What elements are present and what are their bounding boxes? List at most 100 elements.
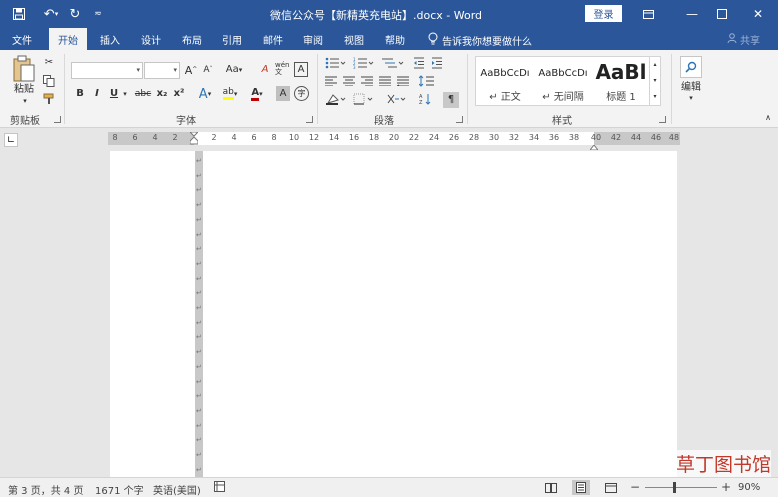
tab-view[interactable]: 视图 bbox=[336, 28, 372, 50]
print-layout-icon[interactable] bbox=[572, 480, 590, 495]
ruler-number: 44 bbox=[630, 133, 642, 142]
tab-selector-icon[interactable]: ∟ bbox=[4, 133, 18, 147]
enclose-characters-icon[interactable]: 字 bbox=[294, 86, 309, 101]
paragraph-group-label: 段落 bbox=[374, 116, 394, 127]
editing-dropdown-icon[interactable]: ▾ bbox=[686, 94, 696, 102]
text-effects-icon[interactable]: A ▾ bbox=[195, 86, 215, 102]
tell-me-search[interactable]: 告诉我你想要做什么 bbox=[428, 32, 532, 48]
styles-scroll-up-icon[interactable]: ▴ bbox=[650, 59, 660, 71]
phonetic-guide-icon[interactable]: wén 文 bbox=[275, 60, 291, 78]
styles-more-icon[interactable]: ▾ bbox=[650, 91, 660, 103]
find-icon[interactable] bbox=[680, 56, 702, 78]
zoom-in-button[interactable]: + bbox=[721, 480, 731, 494]
clear-formatting-icon[interactable]: A bbox=[257, 63, 273, 77]
align-right-icon[interactable] bbox=[360, 74, 374, 88]
numbering-icon[interactable]: 123 bbox=[352, 56, 376, 70]
subscript-button[interactable]: x₂ bbox=[155, 87, 169, 101]
font-launcher-icon[interactable] bbox=[306, 116, 313, 123]
styles-scroll: ▴ ▾ ▾ bbox=[649, 56, 661, 106]
superscript-button[interactable]: x² bbox=[172, 87, 186, 101]
read-mode-icon[interactable] bbox=[542, 480, 560, 495]
tab-file[interactable]: 文件 bbox=[4, 28, 40, 50]
tab-insert[interactable]: 插入 bbox=[92, 28, 128, 50]
paragraph-mark-icon: ↵ bbox=[196, 245, 202, 254]
distributed-icon[interactable] bbox=[396, 74, 410, 88]
indent-marker-icon[interactable] bbox=[188, 131, 200, 145]
word-count[interactable]: 1671 个字 bbox=[95, 482, 144, 497]
vertical-scrollbar[interactable] bbox=[768, 147, 778, 477]
shading-icon[interactable] bbox=[324, 92, 348, 106]
style-normal[interactable]: AaBbCcDı ↵ 正文 bbox=[476, 57, 534, 105]
maximize-icon[interactable] bbox=[702, 0, 742, 28]
styles-launcher-icon[interactable] bbox=[659, 116, 666, 123]
save-icon[interactable] bbox=[10, 0, 28, 28]
tab-mailings[interactable]: 邮件 bbox=[255, 28, 291, 50]
style-no-spacing[interactable]: AaBbCcDı ↵ 无间隔 bbox=[534, 57, 592, 105]
paragraph-launcher-icon[interactable] bbox=[456, 116, 463, 123]
font-size-field[interactable]: ▾ bbox=[144, 62, 180, 79]
tab-help[interactable]: 帮助 bbox=[377, 28, 413, 50]
ribbon-display-options-icon[interactable] bbox=[628, 0, 668, 28]
close-icon[interactable]: ✕ bbox=[738, 0, 778, 28]
bold-button[interactable]: B bbox=[74, 87, 86, 101]
styles-scroll-down-icon[interactable]: ▾ bbox=[650, 75, 660, 87]
cut-icon[interactable]: ✂ bbox=[42, 56, 56, 70]
decrease-indent-icon[interactable] bbox=[412, 56, 426, 70]
shrink-font-icon[interactable]: Aˇ bbox=[201, 63, 215, 77]
page-count[interactable]: 第 3 页，共 4 页 bbox=[8, 482, 83, 497]
login-button[interactable]: 登录 bbox=[585, 5, 622, 22]
justify-icon[interactable] bbox=[378, 74, 392, 88]
tab-layout[interactable]: 布局 bbox=[174, 28, 210, 50]
web-layout-icon[interactable] bbox=[602, 480, 620, 495]
redo-icon[interactable]: ↻ bbox=[68, 0, 82, 28]
align-left-icon[interactable] bbox=[324, 74, 338, 88]
paragraph-mark-icon: ↵ bbox=[196, 304, 202, 312]
zoom-out-button[interactable]: − bbox=[630, 480, 640, 494]
macro-recording-icon[interactable] bbox=[214, 481, 225, 495]
highlight-icon[interactable]: ab ▾ bbox=[219, 86, 241, 102]
tab-design[interactable]: 设计 bbox=[133, 28, 169, 50]
customize-quick-access-icon[interactable]: ≂ bbox=[92, 0, 104, 28]
font-color-icon[interactable]: A ▾ bbox=[246, 86, 268, 102]
paste-dropdown-icon[interactable]: ▾ bbox=[20, 97, 30, 105]
align-center-icon[interactable] bbox=[342, 74, 356, 88]
tab-home[interactable]: 开始 bbox=[49, 28, 87, 50]
character-border-icon[interactable]: A bbox=[294, 62, 308, 77]
increase-indent-icon[interactable] bbox=[430, 56, 444, 70]
character-shading-icon[interactable]: A bbox=[276, 86, 290, 101]
underline-dropdown-icon[interactable]: ▾ bbox=[121, 87, 129, 101]
zoom-slider-thumb[interactable] bbox=[673, 482, 676, 493]
format-painter-icon[interactable] bbox=[42, 92, 56, 106]
borders-icon[interactable] bbox=[352, 92, 376, 106]
grow-font-icon[interactable]: A ^ bbox=[184, 63, 198, 77]
underline-button[interactable]: U bbox=[108, 87, 120, 101]
zoom-slider-track[interactable] bbox=[645, 487, 717, 488]
editing-button[interactable]: 编辑 bbox=[676, 82, 706, 94]
strikethrough-button[interactable]: abc bbox=[134, 87, 152, 101]
show-formatting-marks-icon[interactable]: ¶ bbox=[443, 92, 459, 108]
copy-icon[interactable] bbox=[42, 74, 56, 88]
multilevel-list-icon[interactable] bbox=[380, 56, 406, 70]
style-heading-1[interactable]: AaBl 标题 1 bbox=[592, 57, 650, 105]
document-page[interactable]: ↵ ↵ ↵ ↵ ↵ ↵ ↵ ↵ ↵ ↵ ↵ ↵ ↵ ↵ ↵ ↵ ↵ ↵ ↵ ↵ ↵ ↵ bbox=[110, 151, 677, 477]
change-case-icon[interactable]: Aa ▾ bbox=[223, 63, 245, 77]
horizontal-ruler[interactable]: 8 6 4 2 2 4 6 8 10 12 14 16 18 20 22 24 … bbox=[108, 131, 680, 151]
tab-review[interactable]: 审阅 bbox=[295, 28, 331, 50]
undo-icon[interactable]: ↶ ▾ bbox=[38, 0, 64, 28]
paste-icon[interactable] bbox=[10, 54, 38, 84]
collapse-ribbon-icon[interactable]: ∧ bbox=[762, 112, 774, 124]
font-name-field[interactable]: ▾ bbox=[71, 62, 143, 79]
line-spacing-icon[interactable] bbox=[418, 74, 440, 88]
clipboard-launcher-icon[interactable] bbox=[54, 116, 61, 123]
italic-button[interactable]: I bbox=[91, 87, 103, 101]
share-button[interactable]: 共享 bbox=[727, 32, 760, 47]
paste-label[interactable]: 粘贴 bbox=[10, 84, 38, 96]
paragraph-mark-icon: ↵ bbox=[196, 465, 202, 474]
zoom-level[interactable]: 90% bbox=[738, 482, 760, 493]
document-title: 微信公众号【新精英充电站】.docx - Word bbox=[270, 9, 483, 22]
language-indicator[interactable]: 英语(美国) bbox=[153, 482, 201, 497]
tab-references[interactable]: 引用 bbox=[214, 28, 250, 50]
sort-icon[interactable]: AZ bbox=[418, 92, 432, 106]
chinese-layout-icon[interactable] bbox=[385, 92, 409, 106]
bullets-icon[interactable] bbox=[324, 56, 348, 70]
